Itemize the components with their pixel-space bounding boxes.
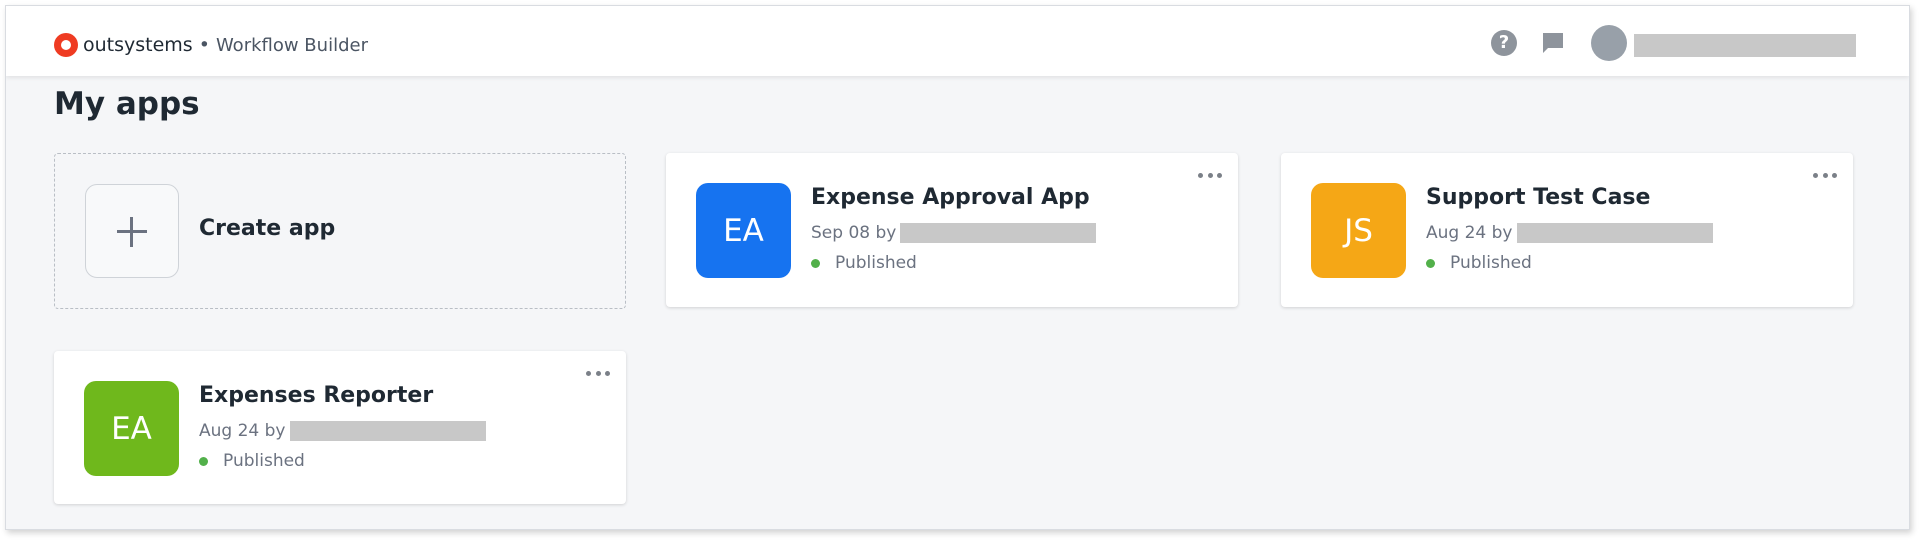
app-icon: JS	[1311, 183, 1406, 278]
status-dot-icon	[811, 258, 820, 268]
app-name: Support Test Case	[1426, 185, 1651, 210]
status-label: Published	[223, 451, 305, 471]
status-dot-icon	[1426, 258, 1435, 268]
status-label: Published	[835, 253, 917, 273]
app-modified-date: Sep 08 by	[811, 223, 897, 243]
app-name: Expense Approval App	[811, 185, 1090, 210]
plus-icon	[85, 184, 179, 278]
author-redacted	[900, 223, 1097, 243]
status-label: Published	[1450, 253, 1532, 273]
page-title: My apps	[54, 86, 200, 122]
app-icon: EA	[696, 183, 791, 278]
app-meta: Sep 08 by	[811, 223, 1097, 243]
more-options-icon[interactable]	[1813, 170, 1837, 180]
app-name: Expenses Reporter	[199, 383, 434, 408]
status: Published	[199, 451, 305, 471]
chat-icon[interactable]	[1541, 31, 1565, 55]
more-options-icon[interactable]	[1198, 170, 1222, 180]
brand-name: outsystems	[83, 34, 193, 56]
author-redacted	[1516, 223, 1713, 243]
app-meta: Aug 24 by	[199, 421, 486, 441]
user-name-redacted[interactable]	[1634, 34, 1856, 57]
author-redacted	[289, 421, 486, 441]
app-modified-date: Aug 24 by	[199, 421, 286, 441]
app-modified-date: Aug 24 by	[1426, 223, 1513, 243]
more-options-icon[interactable]	[586, 368, 610, 378]
app-card[interactable]: EA Expense Approval App Sep 08 by Publis…	[666, 153, 1238, 307]
user-avatar[interactable]	[1591, 25, 1627, 61]
app-card[interactable]: EA Expenses Reporter Aug 24 by Published	[54, 351, 626, 504]
top-bar: outsystems • Workflow Builder ?	[6, 6, 1909, 76]
app-meta: Aug 24 by	[1426, 223, 1713, 243]
status: Published	[811, 253, 917, 273]
status-dot-icon	[199, 456, 208, 466]
create-app-label: Create app	[199, 216, 336, 241]
create-app-card[interactable]: Create app	[54, 153, 626, 309]
help-icon[interactable]: ?	[1491, 30, 1517, 56]
app-card[interactable]: JS Support Test Case Aug 24 by Published	[1281, 153, 1853, 307]
brand-separator: •	[198, 34, 210, 56]
brand-logo[interactable]: outsystems • Workflow Builder	[54, 33, 368, 57]
product-name: Workflow Builder	[215, 34, 368, 56]
app-window: outsystems • Workflow Builder ? My apps …	[5, 5, 1910, 530]
outsystems-logo-icon	[54, 33, 78, 57]
app-icon: EA	[84, 381, 179, 476]
status: Published	[1426, 253, 1532, 273]
